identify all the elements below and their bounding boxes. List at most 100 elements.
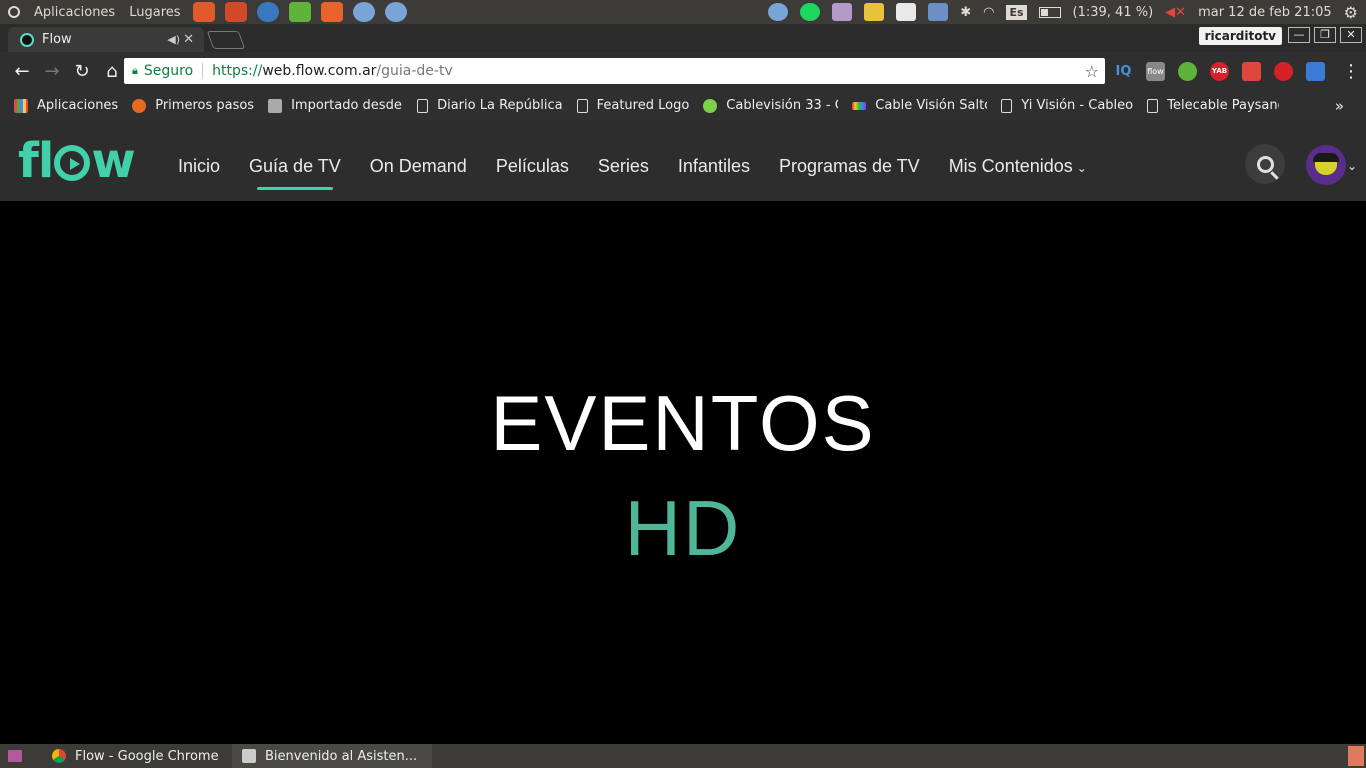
yab-extension-icon[interactable]: YAB — [1210, 62, 1229, 81]
address-bar[interactable]: 🔒︎ Seguro https://web.flow.com.ar/guia-d… — [124, 58, 1105, 84]
keyboard-layout-indicator[interactable]: Es — [1006, 4, 1027, 20]
avatar-chevron-down-icon[interactable]: ⌄ — [1347, 159, 1357, 173]
nav-programas-de-tv[interactable]: Programas de TV — [779, 156, 920, 177]
browser-toolbar: ← → ↻ ⌂ 🔒︎ Seguro https://web.flow.com.a… — [0, 52, 1366, 90]
nav-infantiles[interactable]: Infantiles — [678, 156, 750, 177]
browser-tray-icon[interactable] — [768, 3, 789, 21]
new-tab-button[interactable] — [206, 31, 246, 49]
nav-series[interactable]: Series — [598, 156, 649, 177]
close-window-button[interactable]: ✕ — [1340, 27, 1362, 43]
nav-on-demand[interactable]: On Demand — [370, 156, 467, 177]
close-tab-icon[interactable]: ✕ — [183, 32, 194, 47]
bookmark-label: Cablevisión 33 - Cal — [726, 98, 838, 113]
software-center-launcher-icon[interactable] — [320, 2, 343, 22]
task-label: Flow - Google Chrome — [75, 748, 219, 764]
flow-favicon-icon — [20, 32, 34, 47]
flow-extension-icon[interactable]: flow — [1146, 62, 1165, 81]
files-launcher-icon[interactable] — [224, 2, 247, 22]
bookmark-star-icon[interactable]: ☆ — [1085, 62, 1099, 81]
chrome-icon — [52, 749, 66, 763]
url-scheme[interactable]: https:// — [212, 63, 262, 79]
search-button[interactable] — [1245, 144, 1285, 184]
audio-playing-icon[interactable]: ◀) — [167, 33, 180, 46]
bluetooth-icon[interactable]: ✱ — [960, 5, 971, 20]
bookmark-yi-vision[interactable]: Yi Visión - Cableop — [1001, 98, 1133, 113]
chrome-launcher-icon[interactable] — [256, 2, 279, 22]
nav-inicio[interactable]: Inicio — [178, 156, 220, 177]
restore-window-button[interactable]: ❐ — [1314, 27, 1336, 43]
clock[interactable]: mar 12 de feb 21:05 — [1198, 5, 1332, 20]
more-bookmarks-chevron-icon[interactable]: » — [1335, 97, 1344, 115]
virtualbox-tray-icon[interactable] — [928, 3, 949, 21]
app-tray-icon[interactable] — [832, 3, 853, 21]
omnibox-separator — [202, 63, 204, 79]
logo-text-left: fl — [18, 133, 54, 189]
bookmark-cablevision-33[interactable]: Cablevisión 33 - Cal — [703, 98, 838, 113]
trash-icon[interactable] — [1348, 746, 1364, 766]
url-host[interactable]: web.flow.com.ar — [262, 63, 376, 79]
iq-extension-icon[interactable]: IQ — [1114, 62, 1133, 81]
profile-name-button[interactable]: ricarditotv — [1198, 27, 1282, 45]
applications-menu[interactable]: Aplicaciones — [34, 5, 115, 20]
chevron-down-icon: ⌄ — [1076, 161, 1087, 175]
chrome-menu-icon[interactable]: ⋮ — [1342, 61, 1360, 82]
battery-status-text[interactable]: (1:39, 41 %) — [1073, 5, 1154, 20]
grid-tray-icon[interactable] — [864, 3, 885, 21]
task-label: Bienvenido al Asisten... — [265, 748, 418, 764]
nav-mis-contenidos-label: Mis Contenidos — [948, 156, 1073, 176]
nav-mis-contenidos[interactable]: Mis Contenidos ⌄ — [949, 156, 1087, 177]
task-chrome-window[interactable]: Flow - Google Chrome — [42, 744, 228, 768]
nav-guia-de-tv[interactable]: Guía de TV — [249, 156, 341, 190]
extension-launcher-icon[interactable] — [288, 2, 311, 22]
bookmark-diario-la-republica[interactable]: Diario La República — [417, 98, 563, 113]
bookmark-label: Yi Visión - Cableop — [1021, 98, 1134, 113]
home-icon[interactable]: ⌂ — [98, 61, 126, 82]
secure-label[interactable]: Seguro — [144, 63, 193, 79]
main-nav: Inicio Guía de TV On Demand Películas Se… — [178, 156, 1087, 190]
ubuntu-logo-icon[interactable] — [8, 6, 20, 18]
page-icon — [1001, 98, 1013, 113]
opera-extension-icon[interactable] — [1274, 62, 1293, 81]
task-assistant-window[interactable]: Bienvenido al Asisten... — [232, 744, 432, 768]
places-menu[interactable]: Lugares — [129, 5, 180, 20]
bookmark-apps[interactable]: Aplicaciones — [14, 98, 118, 113]
nav-peliculas[interactable]: Películas — [496, 156, 569, 177]
bookmark-primeros-pasos[interactable]: Primeros pasos — [132, 98, 254, 113]
bookmark-cable-vision-salto[interactable]: Cable Visión Salto — [852, 98, 987, 113]
reload-icon[interactable]: ↻ — [68, 61, 96, 82]
browser-launcher-icon[interactable] — [352, 2, 375, 22]
folder-icon — [268, 98, 283, 113]
show-desktop-icon[interactable] — [8, 750, 22, 762]
search-icon — [1256, 155, 1274, 173]
system-top-panel: Aplicaciones Lugares ✱ ◠ Es (1:39, 41 %)… — [0, 0, 1366, 24]
settings-gear-icon[interactable]: ⚙ — [1344, 3, 1358, 22]
spotify-tray-icon[interactable] — [800, 3, 821, 21]
logo-play-icon — [54, 145, 91, 181]
flow-logo[interactable]: fl w — [18, 133, 136, 189]
bookmark-label: Featured Logo — [596, 98, 690, 113]
volume-muted-icon[interactable]: ◀✕ — [1165, 5, 1186, 20]
cablevision-icon — [703, 98, 718, 113]
browser-launcher-2-icon[interactable] — [384, 2, 407, 22]
wifi-icon[interactable]: ◠ — [983, 5, 994, 20]
bookmark-label: Importado desde F — [291, 98, 404, 113]
bookmark-featured-logo[interactable]: Featured Logo — [576, 98, 690, 113]
puzzle-extension-icon[interactable] — [1178, 62, 1197, 81]
forward-arrow-icon[interactable]: → — [38, 61, 66, 82]
page-icon — [1147, 98, 1159, 113]
monitor-tray-icon[interactable] — [896, 3, 917, 21]
bookmark-label: Aplicaciones — [37, 98, 119, 113]
minimize-window-button[interactable]: — — [1288, 27, 1310, 43]
back-arrow-icon[interactable]: ← — [8, 61, 36, 82]
tab-flow[interactable]: Flow ◀) ✕ — [8, 27, 204, 52]
user-avatar[interactable] — [1306, 145, 1346, 185]
bookmark-telecable-paysandu[interactable]: Telecable Paysandú — [1147, 98, 1279, 113]
firefox-icon — [132, 98, 147, 113]
download-extension-icon[interactable] — [1306, 62, 1325, 81]
store-extension-icon[interactable] — [1242, 62, 1261, 81]
bookmark-folder-importado[interactable]: Importado desde F — [268, 98, 403, 113]
url-path[interactable]: /guia-de-tv — [376, 63, 452, 79]
battery-icon[interactable] — [1038, 6, 1061, 18]
home-folder-launcher-icon[interactable] — [192, 2, 215, 22]
lock-icon[interactable]: 🔒︎ — [132, 64, 138, 78]
